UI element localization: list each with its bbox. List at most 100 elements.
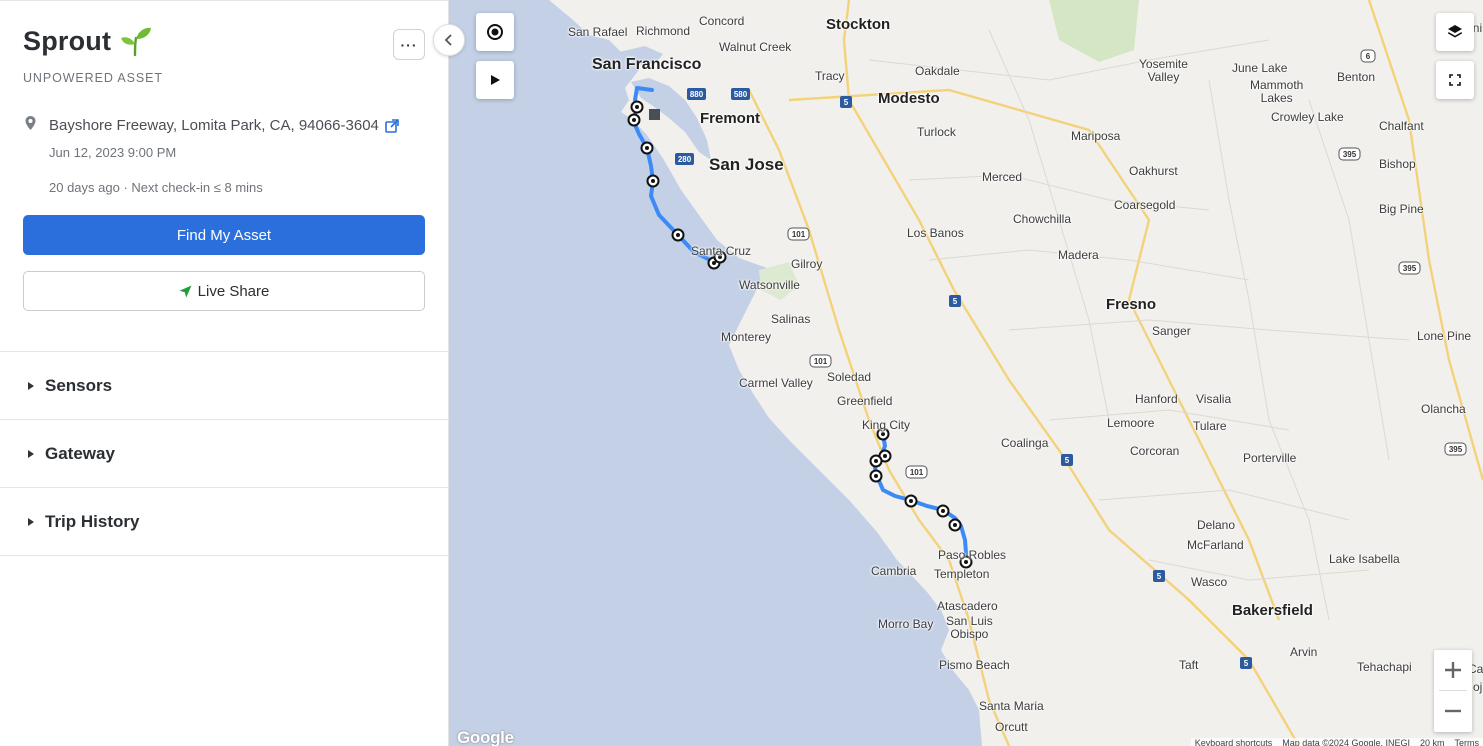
sprout-icon [121,27,152,57]
shield-395: 395 [1398,261,1421,275]
svg-text:5: 5 [844,98,849,107]
place-label: Concord [699,14,745,28]
shield-880: 880 [687,88,706,100]
trip-stop [640,141,654,155]
find-my-asset-button[interactable]: Find My Asset [23,215,425,255]
place-label: Delano [1197,518,1236,532]
fullscreen-button[interactable] [1436,61,1474,99]
more-options-button[interactable]: ··· [393,29,425,60]
shield-101: 101 [809,354,832,368]
play-trip-button[interactable] [476,61,514,99]
map-view[interactable]: 880 580 280 5 5 5 5 5 101 101 101 395 39… [449,0,1483,746]
place-label: Templeton [934,567,990,581]
place-label: Stockton [826,16,891,33]
place-label: Fresno [1106,296,1157,313]
place-label: Richmond [636,24,691,38]
place-label: Lemoore [1107,416,1155,430]
map-layers-button[interactable] [1436,13,1474,51]
external-link-icon[interactable] [385,118,399,133]
place-label: Coalinga [1001,436,1049,450]
svg-text:395: 395 [1403,264,1417,273]
place-label: Fremont [700,110,760,127]
svg-text:5: 5 [1157,572,1162,581]
target-icon [487,24,503,40]
svg-text:395: 395 [1449,445,1463,454]
shield-5: 5 [949,295,961,307]
shield-101: 101 [787,227,810,241]
place-label: Carmel Valley [739,376,813,390]
caret-right-icon [28,449,34,458]
plus-icon [1445,662,1461,678]
place-label: Wasco [1191,575,1228,589]
section-sensors[interactable]: Sensors [0,351,449,419]
place-label: Salinas [771,312,811,326]
place-label: Bishop [1379,157,1416,171]
center-asset-button[interactable] [476,13,514,51]
minus-icon [1445,709,1461,713]
section-divider [0,555,449,556]
place-label: Oakhurst [1129,164,1178,178]
place-label: June Lake [1232,61,1288,75]
trip-stop [869,469,883,483]
chevron-left-icon [444,34,452,46]
live-share-button[interactable]: Live Share [23,271,425,311]
svg-text:580: 580 [734,90,748,99]
section-sensors-label: Sensors [45,375,113,395]
place-label: Coarsegold [1114,198,1176,212]
stanislaus-forest [1049,0,1139,62]
place-label: Visalia [1196,392,1232,406]
asset-address-text: Bayshore Freeway, Lomita Park, CA, 94066… [49,117,379,134]
place-label: Merced [982,170,1023,184]
shield-280: 280 [675,153,694,165]
place-label: Lone Pine [1417,329,1472,343]
place-label: Pismo Beach [939,658,1010,672]
shield-6: 6 [1360,49,1376,63]
zoom-out-button[interactable] [1434,691,1472,731]
section-trip-history[interactable]: Trip History [0,487,449,555]
place-label: Tracy [815,69,845,83]
caret-right-icon [28,381,34,390]
map-scale: 20 km [1419,738,1445,746]
place-label: Watsonville [739,278,800,292]
place-label: Chowchilla [1013,212,1072,226]
live-share-label: Live Share [197,282,270,300]
place-label: Oakdale [915,64,960,78]
place-label: Turlock [917,125,956,139]
trip-stop [671,228,685,242]
collapse-sidebar-button[interactable] [433,24,465,56]
place-label: Yosemite Valley [1139,57,1188,84]
place-label: Paso Robles [938,548,1007,562]
place-label: McFarland [1187,538,1244,552]
shield-395: 395 [1338,147,1361,161]
place-label: Morro Bay [878,617,934,631]
keyboard-shortcuts-link[interactable]: Keyboard shortcuts [1195,738,1273,746]
trip-stop [627,113,641,127]
place-label: Olancha [1421,402,1466,416]
place-label: Crowley Lake [1271,110,1344,124]
place-label: Sanger [1152,324,1191,338]
navigation-arrow-icon [179,285,192,297]
terms-link[interactable]: Terms [1455,738,1480,746]
place-label: Hanford [1135,392,1178,406]
trip-stop [646,174,660,188]
place-label: San Francisco [592,56,702,73]
section-gateway[interactable]: Gateway [0,419,449,487]
asset-name: Sprout [23,25,112,56]
shield-395: 395 [1444,442,1467,456]
map-attribution: Keyboard shortcuts Map data ©2024 Google… [1190,738,1483,746]
place-label: Orcutt [995,720,1028,734]
place-label: Corcoran [1130,444,1180,458]
asset-location-marker [649,109,660,120]
place-label: Porterville [1243,451,1297,465]
trip-stop [869,454,883,468]
zoom-in-button[interactable] [1434,650,1472,690]
shield-5: 5 [1240,657,1252,669]
place-label: Cambria [871,564,917,578]
section-trip-history-label: Trip History [45,511,140,531]
place-label: Los Banos [907,226,964,240]
svg-text:280: 280 [678,155,692,164]
place-label: Walnut Creek [719,40,792,54]
place-label: Benton [1337,70,1376,84]
shield-5: 5 [1061,454,1073,466]
place-label: Santa Maria [979,699,1044,713]
